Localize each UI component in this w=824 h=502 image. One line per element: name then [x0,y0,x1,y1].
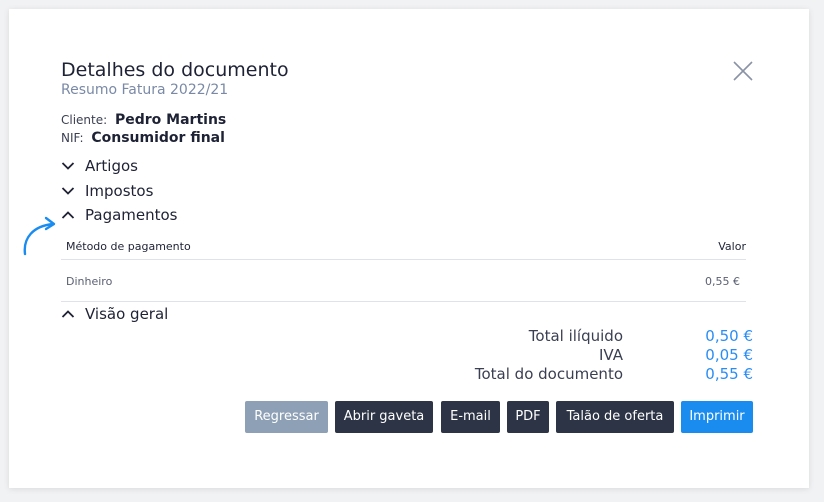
regressar-button[interactable]: Regressar [245,401,328,433]
client-row: Cliente: Pedro Martins [61,112,226,128]
section-artigos-label: Artigos [85,157,138,175]
iva-label: IVA [599,346,623,364]
payments-table-header: Método de pagamento Valor [66,240,746,253]
divider [61,301,746,302]
section-artigos[interactable]: Artigos [61,157,138,175]
section-pagamentos-label: Pagamentos [85,206,178,224]
client-value: Pedro Martins [115,112,227,128]
header-method: Método de pagamento [66,240,191,253]
payment-value: 0,55 € [705,275,740,288]
divider [61,259,746,260]
abrir-gaveta-button[interactable]: Abrir gaveta [335,401,433,433]
document-details-dialog: Detalhes do documento Resumo Fatura 2022… [9,9,809,488]
dialog-subtitle: Resumo Fatura 2022/21 [61,82,229,98]
close-icon[interactable] [731,59,755,83]
pdf-button[interactable]: PDF [507,401,549,433]
iva-value: 0,05 € [705,346,753,364]
chevron-down-icon [61,162,75,170]
chevron-down-icon [61,187,75,195]
section-visao-geral[interactable]: Visão geral [61,305,168,323]
payment-method: Dinheiro [66,275,113,288]
email-button[interactable]: E-mail [441,401,500,433]
curved-arrow-icon [23,216,56,256]
table-row: Dinheiro 0,55 € [66,275,740,288]
section-impostos[interactable]: Impostos [61,182,153,200]
total-document-value: 0,55 € [705,365,753,383]
section-visao-geral-label: Visão geral [85,305,169,323]
total-iliquido-label: Total ilíquido [528,327,623,345]
section-impostos-label: Impostos [85,182,154,200]
nif-value: Consumidor final [91,130,225,146]
client-label: Cliente: [61,113,108,127]
section-pagamentos[interactable]: Pagamentos [61,206,178,224]
talao-oferta-button[interactable]: Talão de oferta [556,401,674,433]
nif-row: NIF: Consumidor final [61,130,225,146]
total-iliquido-value: 0,50 € [705,327,753,345]
imprimir-button[interactable]: Imprimir [681,401,753,433]
total-document-label: Total do documento [474,365,623,383]
chevron-up-icon [61,310,75,318]
dialog-title: Detalhes do documento [61,59,289,81]
header-value: Valor [718,240,746,253]
nif-label: NIF: [61,131,84,145]
